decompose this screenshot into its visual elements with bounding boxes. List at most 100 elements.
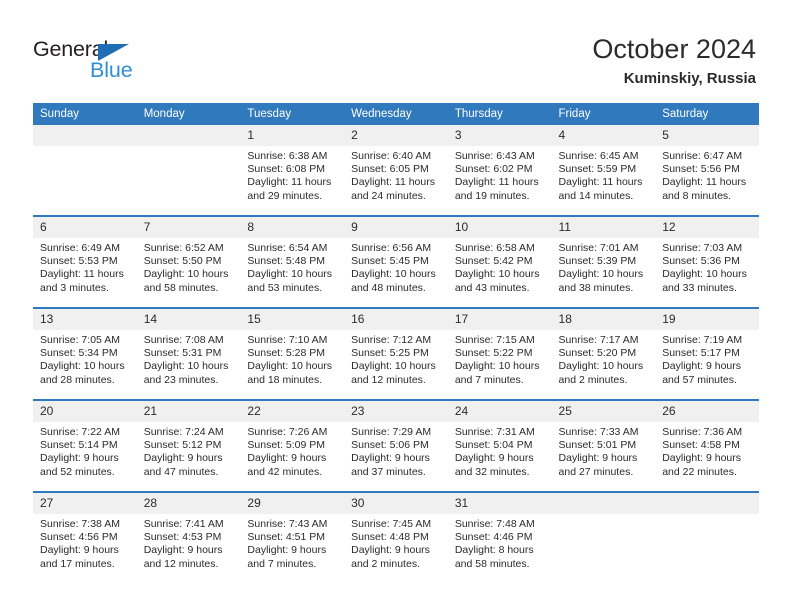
calendar-day-cell[interactable]: 31 Sunrise: 7:48 AM Sunset: 4:46 PM Dayligh…: [447, 491, 552, 583]
calendar-cell-empty: [136, 125, 241, 216]
calendar-day-cell[interactable]: 13 Sunrise: 7:05 AM Sunset: 5:34 PM Dayligh…: [33, 307, 137, 400]
daylight-text: Daylight: 10 hours and 33 minutes.: [662, 268, 747, 294]
daylight-text: Daylight: 9 hours and 17 minutes.: [40, 544, 119, 570]
daylight-text: Daylight: 9 hours and 37 minutes.: [351, 452, 430, 478]
daylight-text: Daylight: 11 hours and 14 minutes.: [558, 176, 643, 202]
day-details: Sunrise: 7:17 AM Sunset: 5:20 PM Daylight:…: [552, 330, 656, 387]
day-number: 19: [655, 309, 759, 330]
day-number: 12: [655, 217, 759, 238]
calendar-cell-inner: 23 Sunrise: 7:29 AM Sunset: 5:06 PM Dayligh…: [344, 401, 448, 491]
day-details: Sunrise: 6:56 AM Sunset: 5:45 PM Daylight:…: [344, 238, 448, 295]
calendar-day-cell[interactable]: 9 Sunrise: 6:56 AM Sunset: 5:45 PM Daylight…: [344, 215, 448, 308]
day-number: 9: [344, 217, 448, 238]
sunrise-text: Sunrise: 6:49 AM: [40, 242, 120, 254]
calendar-day-cell[interactable]: 30 Sunrise: 7:45 AM Sunset: 4:48 PM Dayligh…: [344, 491, 448, 583]
calendar-day-cell[interactable]: 16 Sunrise: 7:12 AM Sunset: 5:25 PM Dayligh…: [344, 307, 448, 400]
calendar-day-cell[interactable]: 12 Sunrise: 7:03 AM Sunset: 5:36 PM Dayligh…: [655, 215, 759, 308]
day-details: Sunrise: 7:45 AM Sunset: 4:48 PM Daylight:…: [344, 514, 448, 571]
day-details: Sunrise: 6:58 AM Sunset: 5:42 PM Daylight:…: [448, 238, 552, 295]
calendar-day-cell[interactable]: 18 Sunrise: 7:17 AM Sunset: 5:20 PM Dayligh…: [551, 307, 656, 400]
day-number: 20: [33, 401, 137, 422]
calendar-day-cell[interactable]: 14 Sunrise: 7:08 AM Sunset: 5:31 PM Dayligh…: [136, 307, 241, 400]
calendar-day-cell[interactable]: 25 Sunrise: 7:33 AM Sunset: 5:01 PM Dayligh…: [551, 399, 656, 492]
day-number: 11: [551, 217, 656, 238]
sunset-text: Sunset: 5:59 PM: [558, 163, 637, 176]
sunrise-text: Sunrise: 7:43 AM: [247, 518, 328, 530]
calendar-day-cell[interactable]: 10 Sunrise: 6:58 AM Sunset: 5:42 PM Dayligh…: [447, 215, 552, 308]
calendar-day-cell[interactable]: 27 Sunrise: 7:38 AM Sunset: 4:56 PM Dayligh…: [33, 491, 137, 583]
day-number: 30: [344, 493, 448, 514]
calendar-day-cell[interactable]: 17 Sunrise: 7:15 AM Sunset: 5:22 PM Dayligh…: [447, 307, 552, 400]
sunset-text: Sunset: 5:50 PM: [143, 255, 222, 268]
sunrise-text: Sunrise: 7:03 AM: [662, 242, 743, 254]
sunrise-text: Sunrise: 7:36 AM: [662, 426, 743, 438]
day-details: Sunrise: 7:12 AM Sunset: 5:25 PM Daylight:…: [344, 330, 448, 387]
calendar-week-row: 6 Sunrise: 6:49 AM Sunset: 5:53 PM Daylight…: [33, 215, 759, 308]
daylight-text: Daylight: 9 hours and 27 minutes.: [558, 452, 638, 478]
calendar-day-cell[interactable]: 8 Sunrise: 6:54 AM Sunset: 5:48 PM Daylight…: [240, 215, 345, 308]
calendar-day-cell[interactable]: 15 Sunrise: 7:10 AM Sunset: 5:28 PM Dayligh…: [240, 307, 345, 400]
day-details: Sunrise: 6:52 AM Sunset: 5:50 PM Daylight:…: [137, 238, 241, 295]
daylight-text: Daylight: 10 hours and 58 minutes.: [143, 268, 229, 294]
daylight-text: Daylight: 9 hours and 22 minutes.: [662, 452, 742, 478]
calendar-table: Sunday Monday Tuesday Wednesday Thursday…: [33, 103, 759, 583]
calendar-cell-inner: 16 Sunrise: 7:12 AM Sunset: 5:25 PM Dayligh…: [344, 309, 448, 399]
sunrise-text: Sunrise: 7:48 AM: [454, 518, 535, 530]
sunset-text: Sunset: 4:58 PM: [662, 439, 740, 452]
calendar-cell-inner: 6 Sunrise: 6:49 AM Sunset: 5:53 PM Daylight…: [33, 217, 137, 307]
sunrise-text: Sunrise: 7:26 AM: [247, 426, 328, 438]
calendar-day-cell[interactable]: 24 Sunrise: 7:31 AM Sunset: 5:04 PM Dayligh…: [447, 399, 552, 492]
sunset-text: Sunset: 5:09 PM: [247, 439, 326, 452]
weekday-header-thursday: Thursday: [447, 103, 552, 125]
calendar-day-cell[interactable]: 28 Sunrise: 7:41 AM Sunset: 4:53 PM Dayligh…: [136, 491, 241, 583]
general-blue-logo[interactable]: General Blue: [33, 38, 163, 84]
day-details: Sunrise: 7:08 AM Sunset: 5:31 PM Daylight:…: [137, 330, 241, 387]
day-details: Sunrise: 6:38 AM Sunset: 6:08 PM Daylight:…: [240, 146, 344, 203]
sunrise-text: Sunrise: 6:43 AM: [454, 150, 535, 162]
day-details: Sunrise: 7:22 AM Sunset: 5:14 PM Daylight:…: [33, 422, 137, 479]
calendar-day-cell[interactable]: 23 Sunrise: 7:29 AM Sunset: 5:06 PM Dayligh…: [344, 399, 448, 492]
calendar-day-cell[interactable]: 11 Sunrise: 7:01 AM Sunset: 5:39 PM Dayligh…: [551, 215, 656, 308]
calendar-day-cell[interactable]: 26 Sunrise: 7:36 AM Sunset: 4:58 PM Dayligh…: [655, 399, 759, 492]
weekday-header-friday: Friday: [551, 103, 656, 125]
logo-text-general: General: [33, 37, 109, 61]
sunrise-text: Sunrise: 7:24 AM: [143, 426, 224, 438]
calendar-day-cell[interactable]: 4 Sunrise: 6:45 AM Sunset: 5:59 PM Daylight…: [551, 125, 656, 216]
daylight-text: Daylight: 10 hours and 2 minutes.: [558, 360, 644, 386]
calendar-cell-inner: 18 Sunrise: 7:17 AM Sunset: 5:20 PM Dayligh…: [551, 309, 656, 399]
calendar-cell-inner: 29 Sunrise: 7:43 AM Sunset: 4:51 PM Dayligh…: [240, 493, 345, 583]
day-details: Sunrise: 6:40 AM Sunset: 6:05 PM Daylight:…: [344, 146, 448, 203]
day-number: 21: [136, 401, 241, 422]
calendar-day-cell[interactable]: 29 Sunrise: 7:43 AM Sunset: 4:51 PM Dayligh…: [240, 491, 345, 583]
calendar-day-cell[interactable]: 7 Sunrise: 6:52 AM Sunset: 5:50 PM Daylight…: [136, 215, 241, 308]
sunrise-text: Sunrise: 7:33 AM: [558, 426, 639, 438]
calendar-day-cell[interactable]: 5 Sunrise: 6:47 AM Sunset: 5:56 PM Daylight…: [655, 125, 759, 216]
daylight-text: Daylight: 9 hours and 52 minutes.: [40, 452, 119, 478]
day-number: 18: [551, 309, 656, 330]
sunrise-text: Sunrise: 6:47 AM: [662, 150, 743, 162]
sunset-text: Sunset: 4:48 PM: [351, 531, 429, 544]
calendar-day-cell[interactable]: 19 Sunrise: 7:19 AM Sunset: 5:17 PM Dayligh…: [655, 307, 759, 400]
day-details: Sunrise: 6:49 AM Sunset: 5:53 PM Daylight:…: [33, 238, 137, 295]
calendar-cell-inner: 13 Sunrise: 7:05 AM Sunset: 5:34 PM Dayligh…: [33, 309, 137, 399]
calendar-day-cell[interactable]: 20 Sunrise: 7:22 AM Sunset: 5:14 PM Dayligh…: [33, 399, 137, 492]
day-number: [136, 125, 241, 146]
calendar-day-cell[interactable]: 1 Sunrise: 6:38 AM Sunset: 6:08 PM Daylight…: [240, 125, 345, 216]
calendar-cell-inner: 15 Sunrise: 7:10 AM Sunset: 5:28 PM Dayligh…: [240, 309, 345, 399]
calendar-day-cell[interactable]: 6 Sunrise: 6:49 AM Sunset: 5:53 PM Daylight…: [33, 215, 137, 308]
logo-text-blue: Blue: [90, 58, 133, 82]
weekday-header-monday: Monday: [136, 103, 241, 125]
calendar-day-cell[interactable]: 2 Sunrise: 6:40 AM Sunset: 6:05 PM Daylight…: [344, 125, 448, 216]
calendar-cell-inner: 3 Sunrise: 6:43 AM Sunset: 6:02 PM Daylight…: [447, 125, 552, 215]
calendar-cell-inner: 28 Sunrise: 7:41 AM Sunset: 4:53 PM Dayligh…: [136, 493, 241, 583]
weekday-header-saturday: Saturday: [655, 103, 759, 125]
day-number: 22: [240, 401, 345, 422]
calendar-day-cell[interactable]: 22 Sunrise: 7:26 AM Sunset: 5:09 PM Dayligh…: [240, 399, 345, 492]
sunset-text: Sunset: 5:12 PM: [143, 439, 222, 452]
daylight-text: Daylight: 11 hours and 19 minutes.: [454, 176, 539, 202]
calendar-cell-inner: 14 Sunrise: 7:08 AM Sunset: 5:31 PM Dayligh…: [136, 309, 241, 399]
calendar-day-cell[interactable]: 21 Sunrise: 7:24 AM Sunset: 5:12 PM Dayligh…: [136, 399, 241, 492]
calendar-day-cell[interactable]: 3 Sunrise: 6:43 AM Sunset: 6:02 PM Daylight…: [447, 125, 552, 216]
day-details: Sunrise: 6:43 AM Sunset: 6:02 PM Daylight:…: [448, 146, 552, 203]
calendar-week-row: 27 Sunrise: 7:38 AM Sunset: 4:56 PM Dayligh…: [33, 491, 759, 583]
